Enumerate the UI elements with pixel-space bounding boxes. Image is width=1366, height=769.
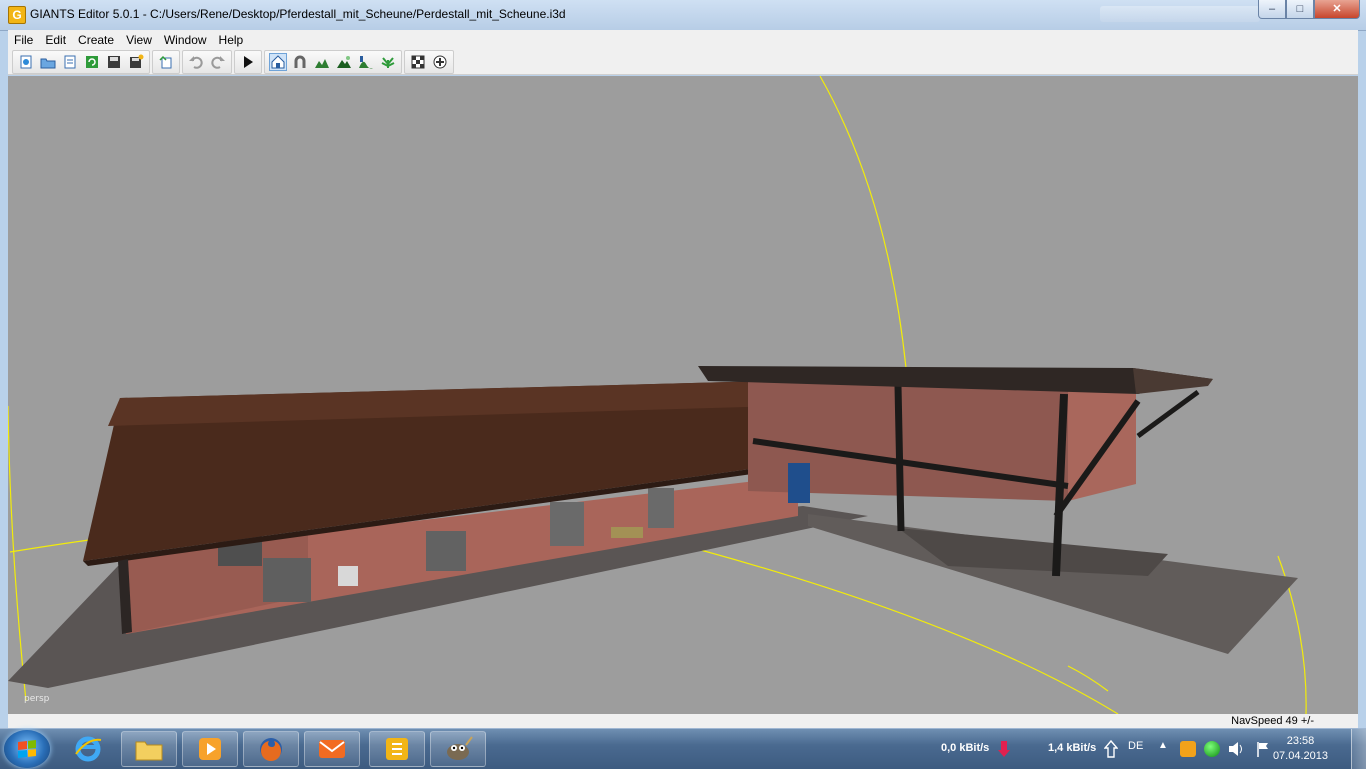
barn-brace [1136,389,1200,439]
background-window-hint [1100,6,1260,22]
barn-ground-slab [808,514,1298,654]
toolbar-file-group [12,50,150,74]
minimize-button[interactable]: – [1258,0,1286,19]
stable-door [263,558,311,602]
reload-icon[interactable] [83,53,101,71]
status-bar: NavSpeed 49 +/- [8,714,1358,728]
scene-render [8,76,1307,714]
network-upload-rate: 1,4 kBit/s [1048,742,1097,754]
system-clock[interactable]: 23:58 07.04.2013 [1273,734,1328,764]
title-bar[interactable]: G GIANTS Editor 5.0.1 - C:/Users/Rene/De… [0,0,1366,31]
notification-tray-icon[interactable] [1180,741,1196,757]
language-indicator[interactable]: DE [1128,740,1143,752]
giants-editor-app-icon[interactable]: G [8,6,26,24]
terrain-smooth-icon[interactable] [357,53,375,71]
toolbar-export-group [152,50,180,74]
stable-door [648,488,674,528]
giants-editor-icon[interactable] [369,731,425,767]
texture-erase-icon[interactable] [431,53,449,71]
stable-door [550,502,584,546]
toolbar-play-group [234,50,262,74]
toolbar-tools-group [264,50,402,74]
play-icon[interactable] [239,53,257,71]
gimp-icon[interactable] [430,731,486,767]
select-mode-icon[interactable] [269,53,287,71]
show-hidden-icons-icon[interactable]: ▲ [1158,740,1168,751]
internet-explorer-icon[interactable] [60,731,116,767]
new-icon[interactable] [17,53,35,71]
show-desktop-button[interactable] [1351,729,1366,769]
menu-view[interactable]: View [120,33,158,47]
main-toolbar [8,50,1358,75]
wall-sign [338,566,358,586]
close-button[interactable]: ✕ [1314,0,1360,19]
menu-window[interactable]: Window [158,33,213,47]
save-icon[interactable] [105,53,123,71]
menu-edit[interactable]: Edit [39,33,72,47]
windows-logo-icon [18,740,36,758]
undo-icon[interactable] [187,53,205,71]
import-icon[interactable] [61,53,79,71]
file-explorer-icon[interactable] [121,731,177,767]
volume-icon[interactable] [1228,740,1244,758]
save-as-icon[interactable] [127,53,145,71]
redo-icon[interactable] [209,53,227,71]
toolbar-texture-group [404,50,454,74]
taskbar: 0,0 kBit/s 1,4 kBit/s DE ▲ 23:58 07.04.2… [0,728,1366,769]
mail-icon[interactable] [304,731,360,767]
window-title: GIANTS Editor 5.0.1 - C:/Users/Rene/Desk… [30,7,566,21]
export-icon[interactable] [157,53,175,71]
hay-bale [611,527,643,538]
open-icon[interactable] [39,53,57,71]
action-center-flag-icon[interactable] [1256,740,1270,758]
grid-guide-curve [819,76,907,369]
maximize-button[interactable]: □ [1286,0,1314,19]
stable-door [426,531,466,571]
barn-post [894,385,905,532]
clock-date: 07.04.2013 [1272,750,1328,762]
menu-file[interactable]: File [8,33,39,47]
camera-label: persp [24,694,50,704]
download-arrow-icon [998,741,1010,757]
firefox-icon[interactable] [243,731,299,767]
menu-bar: File Edit Create View Window Help [8,30,1358,50]
terrain-paint-icon[interactable] [335,53,353,71]
media-player-icon[interactable] [182,731,238,767]
toolbar-history-group [182,50,232,74]
magnet-icon[interactable] [291,53,309,71]
texture-paint-icon[interactable] [409,53,427,71]
network-download-rate: 0,0 kBit/s [941,742,990,754]
start-button[interactable] [4,730,50,768]
grid-guide-curve [8,405,27,702]
window-controls: – □ ✕ [1258,0,1360,20]
barn-roof-edge [1133,368,1213,394]
3d-viewport[interactable]: persp [8,76,1358,714]
grid-guide-curve [1067,665,1109,692]
clock-time: 23:58 [1286,735,1315,747]
upload-arrow-icon [1104,739,1118,758]
foliage-paint-icon[interactable] [379,53,397,71]
terrain-sculpt-icon[interactable] [313,53,331,71]
barn-blue-tank [788,463,810,503]
menu-help[interactable]: Help [213,33,250,47]
status-globe-icon[interactable] [1204,741,1220,757]
navspeed-readout: NavSpeed 49 +/- [1231,715,1314,727]
menu-create[interactable]: Create [72,33,120,47]
barn-floor-shadow [898,528,1168,576]
